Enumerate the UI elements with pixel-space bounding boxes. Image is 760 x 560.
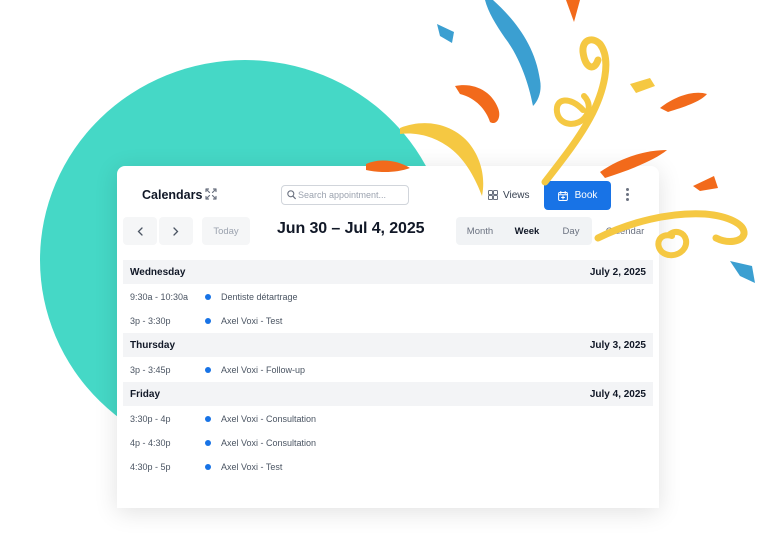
confetti-piece-yellow bbox=[630, 78, 655, 93]
appointment-title: Axel Voxi - Follow-up bbox=[221, 365, 306, 375]
search-icon bbox=[287, 190, 296, 200]
confetti-streamer-yellow bbox=[541, 36, 610, 186]
confetti-piece-orange bbox=[660, 92, 707, 112]
day-name: Friday bbox=[130, 388, 161, 400]
date-navigation: Today Jun 30 – Jul 4, 2025 Month Week Da… bbox=[117, 216, 659, 248]
book-button[interactable]: Book bbox=[544, 181, 611, 210]
tab-month[interactable]: Month bbox=[456, 217, 504, 245]
views-label: Views bbox=[503, 189, 530, 201]
confetti-streamer-blue bbox=[485, 0, 541, 106]
appointment-title: Axel Voxi - Test bbox=[221, 316, 283, 326]
appointment-list: Wednesday July 2, 2025 9:30a - 10:30a De… bbox=[123, 260, 653, 479]
date-range-title: Jun 30 – Jul 4, 2025 bbox=[277, 220, 425, 237]
book-label: Book bbox=[574, 190, 598, 201]
confetti-streamer-yellow bbox=[655, 229, 690, 259]
appointment-row[interactable]: 4:30p - 5p Axel Voxi - Test bbox=[123, 455, 653, 479]
confetti-piece-orange bbox=[566, 0, 580, 22]
page-title: Calendars bbox=[142, 188, 203, 202]
view-switcher: Month Week Day bbox=[456, 217, 592, 245]
appointment-title: Axel Voxi - Consultation bbox=[221, 438, 317, 448]
day-header-wednesday: Wednesday July 2, 2025 bbox=[123, 260, 653, 284]
chevron-right-icon bbox=[173, 226, 179, 236]
appointment-title: Axel Voxi - Test bbox=[221, 462, 283, 472]
appointment-title: Axel Voxi - Consultation bbox=[221, 414, 317, 424]
appointment-time: 4p - 4:30p bbox=[130, 438, 171, 448]
next-button[interactable] bbox=[159, 217, 193, 245]
confetti-piece-orange bbox=[455, 85, 500, 124]
day-header-friday: Friday July 4, 2025 bbox=[123, 382, 653, 406]
status-dot bbox=[205, 464, 211, 470]
tab-day[interactable]: Day bbox=[550, 217, 592, 245]
appointment-time: 3p - 3:30p bbox=[130, 316, 171, 326]
status-dot bbox=[205, 318, 211, 324]
status-dot bbox=[205, 416, 211, 422]
toolbar: Calendars Views Book bbox=[117, 166, 659, 214]
day-header-thursday: Thursday July 3, 2025 bbox=[123, 333, 653, 357]
day-name: Thursday bbox=[130, 339, 176, 351]
views-button[interactable]: Views bbox=[488, 188, 530, 202]
search-field[interactable] bbox=[281, 185, 409, 205]
appointment-row[interactable]: 3p - 3:45p Axel Voxi - Follow-up bbox=[123, 358, 653, 382]
appointment-row[interactable]: 3:30p - 4p Axel Voxi - Consultation bbox=[123, 407, 653, 431]
status-dot bbox=[205, 294, 211, 300]
status-dot bbox=[205, 440, 211, 446]
calendar-add-icon bbox=[557, 190, 568, 201]
day-name: Wednesday bbox=[130, 266, 186, 278]
day-date: July 3, 2025 bbox=[589, 339, 646, 351]
tab-calendar[interactable]: Calendar bbox=[591, 217, 659, 245]
calendar-card: Calendars Views Book bbox=[117, 166, 659, 508]
previous-button[interactable] bbox=[123, 217, 157, 245]
confetti-piece-blue bbox=[437, 24, 454, 43]
confetti-streamer-yellow bbox=[553, 93, 592, 127]
appointment-row[interactable]: 4p - 4:30p Axel Voxi - Consultation bbox=[123, 431, 653, 455]
confetti-piece-blue bbox=[730, 261, 755, 283]
appointment-time: 4:30p - 5p bbox=[130, 462, 171, 472]
search-input[interactable] bbox=[298, 187, 406, 203]
confetti-piece-orange bbox=[693, 176, 718, 191]
day-date: July 2, 2025 bbox=[589, 266, 646, 278]
chevron-left-icon bbox=[137, 226, 143, 236]
tab-week[interactable]: Week bbox=[504, 217, 550, 245]
appointment-row[interactable]: 9:30a - 10:30a Dentiste détartrage bbox=[123, 285, 653, 309]
appointment-time: 3p - 3:45p bbox=[130, 365, 171, 375]
day-date: July 4, 2025 bbox=[589, 388, 646, 400]
appointment-title: Dentiste détartrage bbox=[221, 292, 298, 302]
more-vertical-icon[interactable] bbox=[626, 188, 630, 201]
appointment-time: 3:30p - 4p bbox=[130, 414, 171, 424]
expand-icon[interactable] bbox=[205, 188, 217, 200]
appointment-time: 9:30a - 10:30a bbox=[130, 292, 189, 302]
appointment-row[interactable]: 3p - 3:30p Axel Voxi - Test bbox=[123, 309, 653, 333]
today-button[interactable]: Today bbox=[202, 217, 250, 245]
views-icon bbox=[488, 190, 498, 200]
status-dot bbox=[205, 367, 211, 373]
